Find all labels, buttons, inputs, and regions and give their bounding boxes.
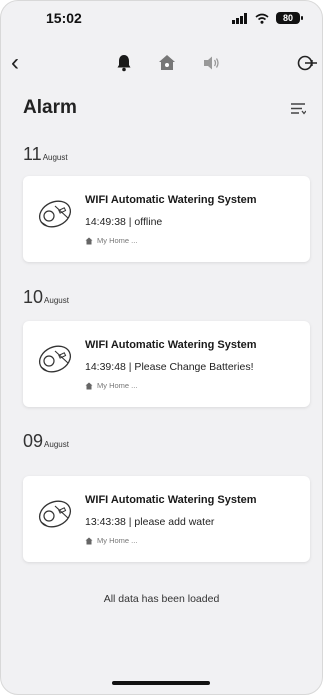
nav-bar: ‹ (1, 45, 322, 81)
watering-device-icon (38, 200, 72, 228)
home-location: My Home ... (85, 536, 137, 545)
status-bar: 15:02 80 (1, 1, 322, 35)
home-icon (85, 237, 93, 244)
alarm-card[interactable]: WIFI Automatic Watering System 14:49:38 … (23, 176, 310, 262)
alarm-detail: 13:43:38 | please add water (85, 516, 215, 528)
home-label: My Home ... (97, 381, 138, 390)
date-header: 10August (23, 287, 69, 308)
date-day: 11 (23, 144, 42, 164)
title-row: Alarm (23, 95, 306, 121)
speaker-icon[interactable] (202, 55, 220, 71)
date-header: 09August (23, 431, 69, 452)
watering-device-icon (38, 500, 72, 528)
back-button[interactable]: ‹ (11, 49, 19, 77)
battery-icon: 80 (276, 12, 303, 24)
wifi-icon (255, 13, 269, 24)
home-location: My Home ... (85, 236, 137, 245)
home-lock-icon[interactable] (158, 54, 176, 72)
date-header: 11August (23, 144, 68, 165)
date-month: August (44, 296, 69, 305)
home-label: My Home ... (97, 236, 138, 245)
home-icon (85, 382, 93, 389)
device-name: WIFI Automatic Watering System (85, 494, 257, 506)
nav-icon-group (116, 54, 220, 72)
alarm-detail: 14:39:48 | Please Change Batteries! (85, 361, 254, 373)
home-location: My Home ... (85, 381, 137, 390)
date-month: August (44, 440, 69, 449)
alarm-detail: 14:49:38 | offline (85, 216, 163, 228)
home-label: My Home ... (97, 536, 138, 545)
device-name: WIFI Automatic Watering System (85, 339, 257, 351)
device-name: WIFI Automatic Watering System (85, 194, 257, 206)
date-day: 10 (23, 287, 44, 307)
all-loaded-message: All data has been loaded (103, 593, 220, 605)
bell-icon[interactable] (116, 54, 132, 72)
signal-icon (232, 12, 247, 24)
exit-icon[interactable] (296, 54, 318, 72)
filter-icon[interactable] (290, 102, 306, 115)
alarm-card[interactable]: WIFI Automatic Watering System 13:43:38 … (23, 476, 310, 562)
status-time: 15:02 (46, 10, 82, 26)
date-month: August (42, 153, 68, 162)
page-title: Alarm (23, 97, 77, 118)
alarm-card[interactable]: WIFI Automatic Watering System 14:39:48 … (23, 321, 310, 407)
home-indicator[interactable] (112, 681, 210, 685)
watering-device-icon (38, 345, 72, 373)
status-icons: 80 (232, 12, 303, 24)
home-icon (85, 537, 93, 544)
date-day: 09 (23, 431, 44, 451)
phone-screen: 15:02 80 ‹ Alarm 11August WIFI Automatic… (0, 0, 323, 695)
